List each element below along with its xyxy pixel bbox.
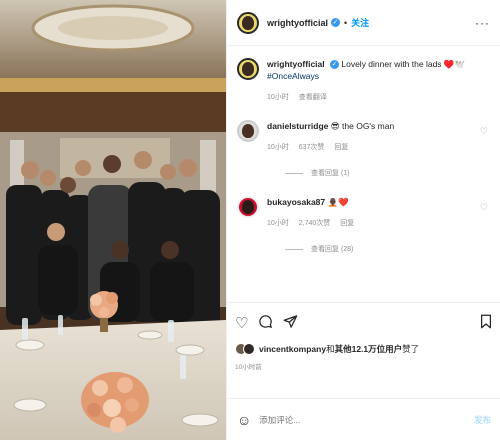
reply-button[interactable]: 回复 bbox=[334, 144, 348, 151]
post-comment-button[interactable]: 发布 bbox=[474, 414, 491, 426]
verified-icon: ✓ bbox=[331, 18, 341, 27]
group-dinner-image bbox=[0, 0, 226, 440]
emoji-icon[interactable]: ☺ bbox=[237, 412, 251, 428]
replies-line bbox=[285, 248, 303, 250]
comment-like-icon[interactable]: ♡ bbox=[480, 202, 488, 213]
action-icons: ♡ bbox=[235, 311, 493, 335]
author-username[interactable]: wrightyofficial bbox=[267, 18, 328, 28]
verified-icon: ✓ bbox=[330, 60, 339, 70]
view-replies-label[interactable]: 查看回复 (1) bbox=[311, 168, 350, 178]
commenter-avatar[interactable] bbox=[237, 196, 259, 218]
comments-list: wrightyofficial ✓ Lovely dinner with the… bbox=[227, 46, 500, 294]
caption-meta: 10小时 查看翻译 bbox=[267, 92, 490, 104]
comment-time: 10小时 bbox=[267, 220, 289, 227]
comment-input[interactable] bbox=[259, 414, 474, 425]
comment-username[interactable]: danielsturridge bbox=[267, 121, 328, 131]
comment-meta: 10小时 2,740次赞 回复 bbox=[267, 218, 490, 230]
caption-hashtag[interactable]: #OnceAlways bbox=[267, 71, 319, 81]
comment-username[interactable]: bukayosaka87 bbox=[267, 197, 325, 207]
comment-emoji: 🧑🏿‍🦲❤️ bbox=[327, 197, 349, 207]
post-header: wrightyofficial ✓ • 关注 ··· bbox=[227, 0, 500, 46]
comment-likes[interactable]: 637次赞 bbox=[299, 144, 325, 151]
likes-suffix: 赞了 bbox=[402, 344, 420, 354]
heart-icon[interactable]: ♡ bbox=[235, 314, 248, 332]
view-replies[interactable]: 查看回复 (1) bbox=[285, 168, 490, 178]
likes-text[interactable]: vincentkompany和其他12.1万位用户赞了 bbox=[259, 343, 419, 355]
follow-button[interactable]: 关注 bbox=[351, 16, 369, 29]
comment-emoji: 😎 bbox=[330, 121, 340, 131]
bookmark-icon[interactable] bbox=[479, 314, 493, 333]
author-avatar[interactable] bbox=[237, 11, 259, 34]
comment-likes[interactable]: 2,740次赞 bbox=[299, 220, 331, 227]
comment-item: bukayosaka87 🧑🏿‍🦲❤️ 10小时 2,740次赞 回复 ♡ bbox=[237, 196, 490, 230]
comment-meta: 10小时 637次赞 回复 bbox=[267, 142, 490, 154]
instagram-post: wrightyofficial ✓ • 关注 ··· wrightyoffici… bbox=[0, 0, 500, 440]
liker-username[interactable]: vincentkompany bbox=[259, 344, 326, 354]
author-avatar[interactable] bbox=[237, 58, 259, 80]
view-replies-label[interactable]: 查看回复 (28) bbox=[311, 244, 353, 254]
translate-link[interactable]: 查看翻译 bbox=[299, 94, 327, 101]
caption-body: wrightyofficial ✓ Lovely dinner with the… bbox=[267, 58, 490, 104]
comment-body: danielsturridge 😎 the OG's man 10小时 637次… bbox=[267, 120, 490, 154]
comment-time: 10小时 bbox=[267, 144, 289, 151]
comment-item: danielsturridge 😎 the OG's man 10小时 637次… bbox=[237, 120, 490, 154]
caption-time: 10小时 bbox=[267, 94, 289, 101]
view-replies[interactable]: 查看回复 (28) bbox=[285, 244, 490, 254]
post-time: 10小时前 bbox=[235, 364, 262, 371]
add-comment-bar: ☺ 发布 bbox=[227, 398, 500, 440]
more-options-icon[interactable]: ··· bbox=[475, 16, 490, 30]
liker-avatar bbox=[243, 343, 255, 355]
replies-line bbox=[285, 172, 303, 174]
caption-username[interactable]: wrightyofficial bbox=[267, 59, 325, 69]
separator-dot: • bbox=[344, 17, 348, 28]
likes-connector: 和 bbox=[326, 344, 335, 354]
share-icon[interactable] bbox=[283, 314, 298, 333]
caption: wrightyofficial ✓ Lovely dinner with the… bbox=[237, 58, 490, 104]
post-photo[interactable] bbox=[0, 0, 226, 440]
comment-like-icon[interactable]: ♡ bbox=[480, 126, 488, 137]
likes-summary: vincentkompany和其他12.1万位用户赞了 bbox=[235, 343, 493, 355]
commenter-avatar[interactable] bbox=[237, 120, 259, 142]
likes-others[interactable]: 其他12.1万位用户 bbox=[335, 344, 403, 354]
post-side-panel: wrightyofficial ✓ • 关注 ··· wrightyoffici… bbox=[226, 0, 500, 440]
comment-body: bukayosaka87 🧑🏿‍🦲❤️ 10小时 2,740次赞 回复 bbox=[267, 196, 490, 230]
post-actions: ♡ vincentkompany和其他12.1万位用户赞了 10小时前 bbox=[227, 302, 500, 371]
comment-text: the OG's man bbox=[342, 121, 395, 131]
caption-text: Lovely dinner with the lads ♥️🕊️ bbox=[341, 59, 466, 69]
comment-icon[interactable] bbox=[258, 314, 273, 333]
reply-button[interactable]: 回复 bbox=[340, 220, 354, 227]
